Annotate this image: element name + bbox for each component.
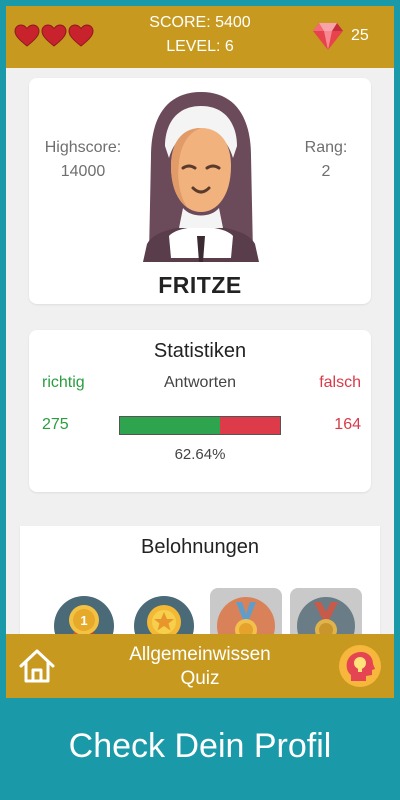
player-name: FRITZE: [158, 272, 242, 298]
wrong-label: falsch: [319, 374, 361, 391]
gem-count: 25: [351, 27, 369, 44]
correct-ratio-fill: [120, 417, 221, 434]
app-title-line1: Allgemeinwissen: [129, 644, 271, 665]
lightbulb-head-icon[interactable]: [339, 645, 381, 687]
app-title-line2: Quiz: [180, 668, 220, 689]
profile-card: Highscore: 14000 Rang: 2 FRITZE: [29, 78, 371, 304]
correct-percentage: 62.64%: [174, 446, 226, 463]
nun-avatar-icon: [135, 86, 267, 267]
correct-count: 275: [42, 416, 69, 433]
app-screen: SCORE: 5400 LEVEL: 6 25 Highscore: 14000: [6, 6, 394, 698]
answer-ratio-bar: [119, 416, 281, 435]
promo-caption: Check Dein Profil: [68, 727, 332, 765]
rank-value: 2: [321, 163, 331, 180]
home-icon[interactable]: [18, 648, 56, 689]
bottom-bar: Allgemeinwissen Quiz: [6, 634, 394, 698]
highscore-value: 14000: [60, 163, 106, 180]
highscore-label: Highscore:: [44, 139, 122, 156]
top-bar: SCORE: 5400 LEVEL: 6 25: [6, 6, 394, 68]
statistics-card: Statistiken richtig Antworten falsch 275…: [29, 330, 371, 492]
highscore: Highscore: 14000: [33, 136, 133, 184]
svg-text:1: 1: [80, 613, 87, 628]
statistics-title: Statistiken: [153, 340, 247, 362]
rank-label: Rang:: [304, 139, 348, 156]
wrong-ratio-fill: [220, 417, 280, 434]
rank: Rang: 2: [291, 136, 361, 184]
rewards-title: Belohnungen: [141, 536, 259, 558]
wrong-count: 164: [334, 416, 361, 433]
diamond-icon: [312, 21, 344, 56]
